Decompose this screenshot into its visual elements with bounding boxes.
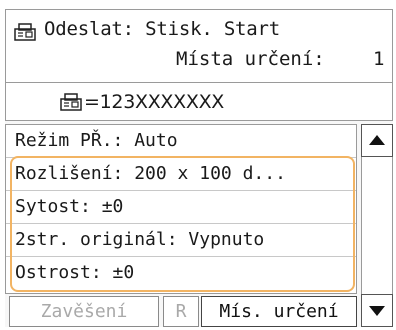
list-item-label: Sytost: ±0 bbox=[15, 196, 124, 217]
list-item-label: Rozlišení: 200 x 100 d... bbox=[15, 163, 286, 184]
setting-rx-mode[interactable]: Režim PŘ.: Auto bbox=[6, 125, 356, 158]
destinations-count: 1 bbox=[373, 48, 385, 70]
setting-sharpness[interactable]: Ostrost: ±0 bbox=[6, 257, 356, 290]
triangle-down-icon bbox=[369, 306, 385, 316]
r-key-button[interactable]: R bbox=[163, 296, 199, 327]
scroll-up-button[interactable] bbox=[361, 124, 393, 157]
hang-up-button[interactable]: Zavěšení bbox=[9, 296, 159, 327]
status-header: Odeslat: Stisk. Start Místa určení: 1 bbox=[5, 9, 393, 83]
fax-icon bbox=[60, 93, 82, 111]
fax-send-screen: Odeslat: Stisk. Start Místa určení: 1 =1… bbox=[5, 9, 393, 327]
destinations-label: Místa určení: bbox=[176, 48, 325, 70]
destinations-button[interactable]: Mís. určení bbox=[201, 296, 357, 327]
fax-number: =123XXXXXXX bbox=[84, 91, 224, 113]
fax-icon bbox=[14, 23, 36, 41]
scroll-down-button[interactable] bbox=[361, 294, 393, 327]
triangle-up-icon bbox=[369, 135, 385, 145]
setting-resolution[interactable]: Rozlišení: 200 x 100 d... bbox=[6, 158, 356, 191]
status-title: Odeslat: Stisk. Start bbox=[44, 18, 281, 40]
settings-list: Režim PŘ.: Auto Rozlišení: 200 x 100 d..… bbox=[5, 124, 357, 294]
setting-density[interactable]: Sytost: ±0 bbox=[6, 191, 356, 224]
setting-2sided-original[interactable]: 2str. originál: Vypnuto bbox=[6, 224, 356, 257]
list-item-label: Režim PŘ.: Auto bbox=[15, 130, 178, 151]
list-item-label: Ostrost: ±0 bbox=[15, 262, 135, 283]
fax-number-row: =123XXXXXXX bbox=[5, 83, 393, 121]
list-item-label: 2str. originál: Vypnuto bbox=[15, 229, 265, 250]
